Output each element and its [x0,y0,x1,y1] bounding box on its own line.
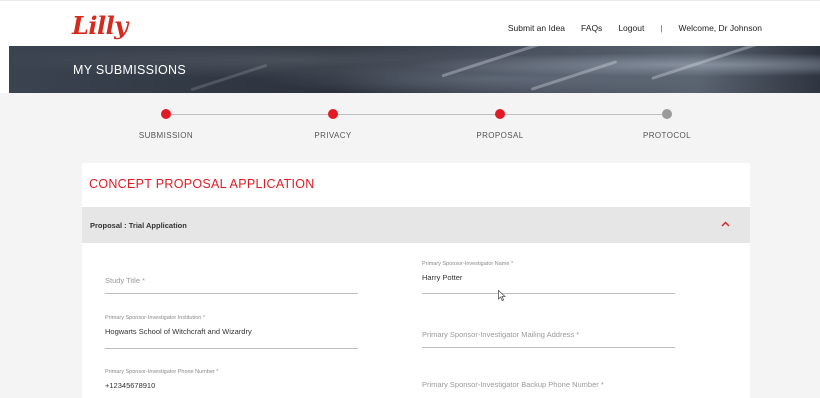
welcome-user-text: Welcome, Dr Johnson [678,23,762,33]
institution-value[interactable]: Hogwarts School of Witchcraft and Wizard… [105,327,252,336]
step-privacy[interactable]: PRIVACY [273,109,393,140]
step-protocol[interactable]: PROTOCOL [607,109,727,140]
mailing-address-placeholder: Primary Sponsor-Investigator Mailing Add… [422,330,580,339]
page-title: MY SUBMISSIONS [73,63,187,77]
investigator-name-label: Primary Sponsor-Investigator Name * [422,261,514,267]
nav-faqs-link[interactable]: FAQs [581,23,602,33]
nav-submit-idea-link[interactable]: Submit an Idea [508,23,565,33]
step-dot-complete [161,109,171,119]
form-title: CONCEPT PROPOSAL APPLICATION [89,177,315,191]
nav-separator: | [660,23,663,33]
institution-field[interactable]: Primary Sponsor-Investigator Institution… [105,315,358,349]
step-label: PROPOSAL [476,131,524,140]
page-banner: MY SUBMISSIONS [9,46,820,93]
stepper-track [166,114,667,115]
nav-logout-link[interactable]: Logout [618,23,644,33]
step-dot-complete [328,109,338,119]
top-header: Lilly Submit an Idea FAQs Logout | Welco… [0,0,820,46]
step-label: SUBMISSION [138,131,194,140]
progress-stepper: SUBMISSION PRIVACY PROPOSAL PROTOCOL [0,93,820,163]
step-dot-current [495,109,505,119]
institution-label: Primary Sponsor-Investigator Institution… [105,315,205,321]
phone-value[interactable]: +12345678910 [105,381,155,390]
step-label: PROTOCOL [643,131,691,140]
banner-decoration [190,63,268,92]
section-header-trial-application[interactable]: Proposal : Trial Application [82,207,750,243]
step-label: PRIVACY [314,131,352,140]
step-dot-pending [662,109,672,119]
chevron-up-icon[interactable] [721,219,730,229]
phone-field[interactable]: Primary Sponsor-Investigator Phone Numbe… [105,369,358,398]
mailing-address-field[interactable]: Primary Sponsor-Investigator Mailing Add… [422,317,675,348]
top-nav: Submit an Idea FAQs Logout | Welcome, Dr… [492,23,762,33]
section-title: Proposal : Trial Application [90,221,187,230]
study-title-placeholder: Study Title * [105,276,146,285]
backup-phone-placeholder: Primary Sponsor-Investigator Backup Phon… [422,380,604,389]
phone-label: Primary Sponsor-Investigator Phone Numbe… [105,369,219,375]
investigator-name-field[interactable]: Primary Sponsor-Investigator Name * Harr… [422,261,675,294]
investigator-name-value[interactable]: Harry Potter [422,273,462,282]
step-proposal[interactable]: PROPOSAL [440,109,560,140]
mouse-cursor-icon [498,290,506,301]
banner-decoration [441,46,557,78]
lilly-logo[interactable]: Lilly [72,11,128,40]
step-submission[interactable]: SUBMISSION [106,109,226,140]
backup-phone-field[interactable]: Primary Sponsor-Investigator Backup Phon… [422,367,675,398]
proposal-form-card: CONCEPT PROPOSAL APPLICATION Proposal : … [82,163,750,398]
banner-decoration [530,60,618,91]
banner-decoration [651,46,757,80]
study-title-field[interactable]: Study Title * [105,263,358,294]
